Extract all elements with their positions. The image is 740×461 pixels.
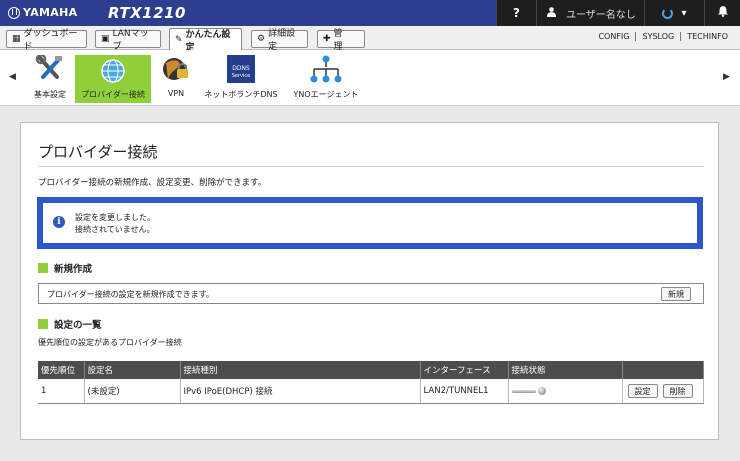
svg-text:DDNS: DDNS bbox=[232, 65, 250, 72]
tab-label: 管 理 bbox=[333, 29, 352, 52]
vpn-lock-icon bbox=[162, 55, 190, 85]
delete-button[interactable]: 削除 bbox=[662, 384, 693, 398]
setup-icon-menu: ◀ 基本設定 プロバイダー接続 VPN DDNS Service ネットボランチD… bbox=[0, 50, 740, 106]
config-link[interactable]: CONFIG bbox=[592, 32, 635, 41]
provider-connection-table: 優先順位 設定名 接続種別 インターフェース 接続状態 1 (未設定) IPv6… bbox=[38, 361, 704, 404]
main-tab-bar: ▦ ダッシュボード ▣ LANマップ ✎ かんたん設定 ⚙ 詳細設定 ✚ 管 理… bbox=[0, 26, 740, 53]
tab-label: ダッシュボード bbox=[23, 29, 78, 52]
cable-icon bbox=[511, 389, 536, 393]
section-list-title: 設定の一覧 bbox=[54, 320, 102, 331]
table-header-row: 優先順位 設定名 接続種別 インターフェース 接続状態 bbox=[38, 361, 704, 379]
loading-spinner-icon bbox=[662, 7, 674, 19]
disconnected-icon bbox=[537, 387, 546, 395]
tab-label: かんたん設定 bbox=[185, 29, 231, 53]
syslog-link[interactable]: SYSLOG bbox=[635, 32, 680, 41]
menu-item-label: VPN bbox=[167, 89, 185, 98]
utility-links: CONFIG SYSLOG TECHINFO bbox=[592, 32, 734, 41]
tools-icon bbox=[35, 53, 65, 85]
cell-status bbox=[508, 379, 623, 404]
provider-connection-panel: プロバイダー接続 プロバイダー接続の新規作成、設定変更、削除ができます。 i 設… bbox=[20, 122, 719, 440]
user-icon bbox=[547, 6, 556, 20]
ddns-service-icon: DDNS Service bbox=[227, 55, 255, 85]
menu-item-provider-connection[interactable]: プロバイダー接続 bbox=[75, 55, 151, 103]
menu-item-label: プロバイダー接続 bbox=[81, 90, 145, 99]
tab-easy-setup[interactable]: ✎ かんたん設定 bbox=[169, 28, 242, 53]
model-name: RTX1210 bbox=[108, 4, 186, 22]
user-name: ユーザー名なし bbox=[566, 9, 636, 21]
globe-icon bbox=[101, 59, 125, 85]
cell-type: IPv6 IPoE(DHCP) 接続 bbox=[180, 379, 421, 404]
scroll-left-arrow[interactable]: ◀ bbox=[9, 72, 16, 82]
edit-button[interactable]: 設定 bbox=[627, 384, 658, 398]
menu-item-label: 基本設定 bbox=[34, 90, 66, 99]
table-row: 1 (未設定) IPv6 IPoE(DHCP) 接続 LAN2/TUNNEL1 … bbox=[38, 379, 704, 404]
info-message-line1: 設定を変更しました。 bbox=[75, 213, 155, 222]
connection-status-indicator bbox=[511, 387, 619, 395]
new-connection-text: プロバイダー接続の設定を新規作成できます。 bbox=[47, 290, 214, 299]
yamaha-logo-icon bbox=[8, 6, 20, 19]
menu-item-vpn[interactable]: VPN bbox=[160, 55, 192, 103]
menu-item-label: ネットボランチDNS bbox=[204, 90, 278, 99]
tab-label: 詳細設定 bbox=[268, 29, 296, 52]
cell-actions: 設定 削除 bbox=[622, 379, 704, 404]
new-connection-box: プロバイダー接続の設定を新規作成できます。 新規 bbox=[38, 283, 704, 304]
column-header-status: 接続状態 bbox=[508, 361, 623, 379]
list-subtitle: 優先順位の設定があるプロバイダー接続 bbox=[38, 338, 182, 347]
section-list: 設定の一覧 bbox=[38, 317, 102, 331]
title-divider bbox=[38, 166, 704, 167]
tab-management[interactable]: ✚ 管 理 bbox=[317, 29, 365, 52]
gear-icon: ⚙ bbox=[257, 34, 266, 44]
wrench-icon: ✚ bbox=[323, 34, 331, 44]
section-marker-icon bbox=[38, 263, 48, 273]
section-new: 新規作成 bbox=[38, 261, 92, 275]
tab-dashboard[interactable]: ▦ ダッシュボード bbox=[6, 29, 87, 52]
cell-priority: 1 bbox=[38, 379, 85, 404]
column-header-interface: インターフェース bbox=[420, 361, 509, 379]
bell-icon bbox=[717, 6, 728, 20]
new-button[interactable]: 新規 bbox=[661, 287, 691, 301]
brand-name: YAMAHA bbox=[23, 6, 78, 19]
scroll-right-arrow[interactable]: ▶ bbox=[723, 72, 730, 82]
tab-label: LANマップ bbox=[112, 29, 149, 52]
user-menu[interactable]: ユーザー名なし bbox=[536, 0, 644, 26]
menu-item-label: YNOエージェント bbox=[293, 90, 359, 99]
dashboard-icon: ▦ bbox=[12, 34, 21, 44]
lan-map-icon: ▣ bbox=[101, 34, 110, 44]
menu-item-yno-agent[interactable]: YNOエージェント bbox=[290, 55, 362, 103]
info-message-box: i 設定を変更しました。 接続されていません。 bbox=[37, 197, 703, 249]
wizard-icon: ✎ bbox=[175, 34, 183, 45]
chevron-down-icon: ▾ bbox=[681, 7, 687, 19]
brand-logo: YAMAHA bbox=[8, 6, 77, 19]
notification-button[interactable] bbox=[704, 0, 740, 26]
page-title: プロバイダー接続 bbox=[38, 143, 158, 161]
page-description: プロバイダー接続の新規作成、設定変更、削除ができます。 bbox=[38, 178, 267, 188]
yno-network-icon bbox=[309, 55, 343, 85]
section-new-title: 新規作成 bbox=[54, 264, 93, 275]
column-header-type: 接続種別 bbox=[180, 361, 421, 379]
cell-interface: LAN2/TUNNEL1 bbox=[420, 379, 509, 404]
column-header-priority: 優先順位 bbox=[38, 361, 85, 379]
status-menu[interactable]: ▾ bbox=[644, 0, 704, 26]
info-icon: i bbox=[53, 216, 65, 228]
section-marker-icon bbox=[38, 319, 48, 329]
top-header: YAMAHA RTX1210 ? ユーザー名なし ▾ bbox=[0, 0, 740, 26]
tab-lan-map[interactable]: ▣ LANマップ bbox=[95, 29, 161, 52]
menu-item-basic-settings[interactable]: 基本設定 bbox=[28, 53, 72, 103]
menu-item-netvolante-dns[interactable]: DDNS Service ネットボランチDNS bbox=[203, 55, 279, 103]
tab-advanced-settings[interactable]: ⚙ 詳細設定 bbox=[251, 29, 308, 52]
info-message-line2: 接続されていません。 bbox=[75, 225, 155, 234]
column-header-actions bbox=[622, 361, 704, 379]
techinfo-link[interactable]: TECHINFO bbox=[680, 32, 734, 41]
svg-text:Service: Service bbox=[232, 73, 250, 79]
help-button[interactable]: ? bbox=[496, 0, 536, 26]
column-header-name: 設定名 bbox=[84, 361, 181, 379]
cell-name: (未設定) bbox=[84, 379, 181, 404]
